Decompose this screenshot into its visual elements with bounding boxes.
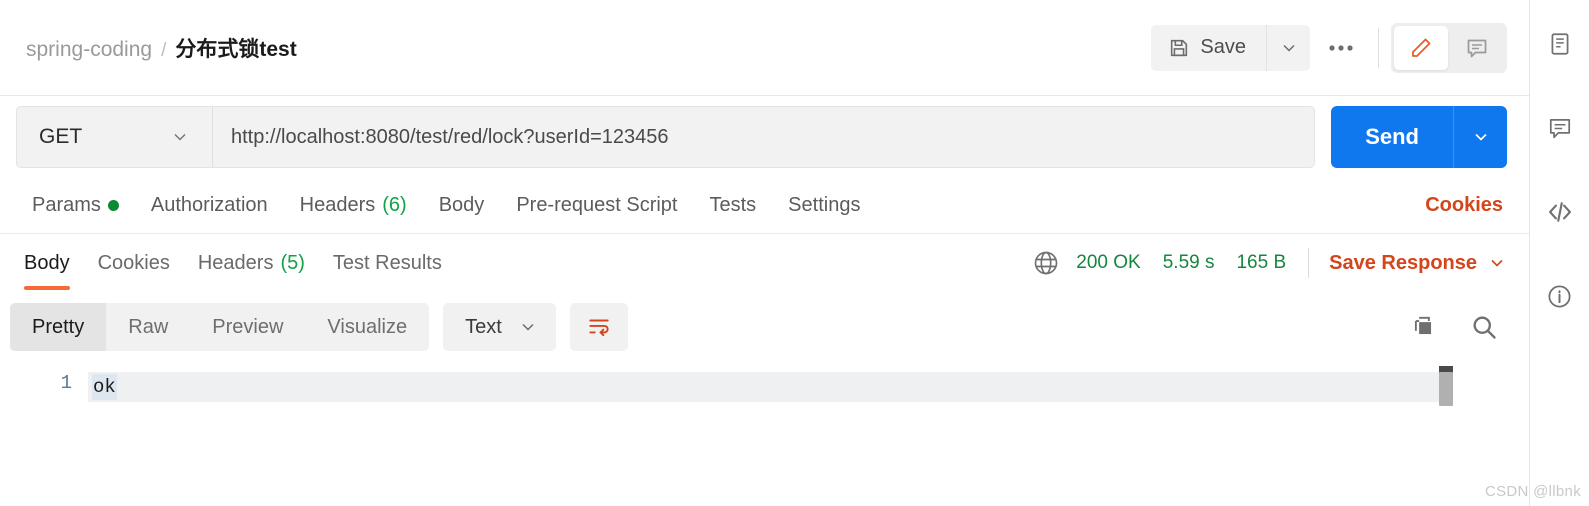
response-tab-headers-count: (5) [280, 251, 305, 274]
response-tab-body[interactable]: Body [10, 234, 84, 292]
chevron-down-icon [1471, 127, 1491, 147]
tab-settings-label: Settings [788, 194, 861, 216]
tab-tests[interactable]: Tests [693, 194, 772, 217]
tab-body-label: Body [438, 194, 485, 216]
chevron-down-icon [170, 127, 190, 147]
content-type-selector[interactable]: Text [443, 303, 556, 351]
header-divider [1378, 27, 1379, 68]
breadcrumb-collection[interactable]: spring-coding [26, 38, 152, 62]
search-button[interactable] [1461, 304, 1507, 350]
tab-params-label: Params [32, 194, 101, 216]
url-bar: GET Send [0, 96, 1529, 178]
url-input[interactable] [213, 107, 1315, 167]
status-divider [1308, 248, 1310, 278]
response-tab-test-results[interactable]: Test Results [319, 234, 456, 292]
page-title: 分布式锁test [175, 37, 297, 61]
response-code-area[interactable]: ok [88, 362, 1529, 506]
request-cookies-link[interactable]: Cookies [1425, 194, 1507, 217]
response-tab-cookies[interactable]: Cookies [84, 234, 184, 292]
send-options-button[interactable] [1453, 106, 1507, 168]
comment-icon [1465, 36, 1489, 60]
tab-pre-request-script-label: Pre-request Script [516, 194, 678, 216]
request-header: spring-coding / 分布式锁test Save [0, 0, 1529, 96]
format-tab-preview[interactable]: Preview [190, 303, 305, 351]
response-tab-headers[interactable]: Headers (5) [184, 234, 319, 292]
tab-tests-label: Tests [709, 194, 757, 216]
response-size: 165 B [1236, 252, 1287, 273]
save-response-label: Save Response [1329, 251, 1477, 274]
response-body-viewer[interactable]: 1 ok [0, 362, 1529, 506]
tab-authorization-label: Authorization [150, 194, 268, 216]
pencil-icon [1409, 36, 1433, 60]
response-time: 5.59 s [1162, 252, 1215, 273]
request-response-pane: spring-coding / 分布式锁test Save GET http:/… [0, 0, 1530, 506]
globe-icon[interactable] [1032, 249, 1060, 277]
save-response-button[interactable]: Save Response [1329, 252, 1507, 275]
ellipsis-icon [1328, 44, 1354, 52]
code-line: ok [88, 372, 1443, 402]
postman-window: spring-coding / 分布式锁test Save GET http:/… [0, 0, 1589, 506]
tab-settings[interactable]: Settings [772, 194, 876, 217]
view-toggle-group [1391, 22, 1507, 73]
floppy-disk-icon [1168, 37, 1190, 59]
right-sidebar [1530, 0, 1589, 506]
send-group: Send [1331, 106, 1507, 168]
tab-params[interactable]: Params [16, 194, 135, 217]
tab-headers-count: (6) [382, 194, 407, 216]
send-button[interactable]: Send [1331, 106, 1453, 168]
chevron-down-icon [1279, 38, 1299, 58]
search-icon [1470, 313, 1498, 341]
save-button[interactable]: Save [1151, 24, 1266, 71]
format-tab-group: Pretty Raw Preview Visualize [10, 303, 430, 351]
watermark: CSDN @llbnk [1484, 483, 1581, 500]
breadcrumb-separator: / [161, 39, 167, 61]
tab-pre-request-script[interactable]: Pre-request Script [500, 194, 693, 217]
tab-body[interactable]: Body [423, 194, 501, 217]
method-label: GET [39, 125, 83, 148]
line-number-gutter: 1 [0, 362, 88, 506]
info-icon[interactable] [1538, 276, 1582, 316]
response-status-area: 200 OK 5.59 s 165 B Save Response [1032, 248, 1507, 278]
tab-headers[interactable]: Headers (6) [284, 194, 423, 217]
code-icon[interactable] [1538, 192, 1582, 232]
edit-toggle-button[interactable] [1394, 25, 1448, 70]
method-selector[interactable]: GET [17, 107, 213, 167]
response-tab-test-results-label: Test Results [332, 251, 442, 274]
tab-headers-label: Headers [299, 194, 376, 216]
url-combo: GET [16, 106, 1316, 168]
params-modified-dot [107, 200, 119, 211]
status-code: 200 OK [1076, 252, 1141, 273]
chevron-down-icon [518, 317, 538, 337]
document-icon[interactable] [1538, 24, 1582, 64]
word-wrap-icon [586, 314, 612, 340]
format-tab-raw[interactable]: Raw [106, 303, 190, 351]
request-tabs: Params Authorization Headers (6) Body Pr… [0, 178, 1529, 234]
line-number: 1 [60, 372, 72, 394]
copy-icon [1411, 314, 1437, 340]
breadcrumb: spring-coding / 分布式锁test [26, 33, 297, 63]
response-scrollbar[interactable] [1439, 362, 1453, 506]
copy-button[interactable] [1401, 304, 1447, 350]
chevron-down-icon [1487, 253, 1507, 273]
format-tab-visualize[interactable]: Visualize [305, 303, 429, 351]
more-actions-button[interactable] [1310, 25, 1372, 71]
save-options-button[interactable] [1266, 24, 1310, 71]
response-tab-headers-label: Headers [197, 251, 274, 274]
comment-toggle-button[interactable] [1450, 26, 1504, 70]
save-button-label: Save [1200, 36, 1246, 58]
response-body-text: ok [92, 374, 117, 400]
word-wrap-button[interactable] [569, 303, 628, 351]
tab-authorization[interactable]: Authorization [135, 194, 284, 217]
format-tab-pretty[interactable]: Pretty [10, 303, 107, 351]
scrollbar-thumb[interactable] [1439, 372, 1453, 406]
comment-icon[interactable] [1538, 108, 1582, 148]
response-tab-cookies-label: Cookies [97, 251, 170, 274]
response-tab-body-label: Body [24, 251, 70, 274]
header-actions: Save [1151, 22, 1507, 73]
content-type-label: Text [465, 315, 502, 338]
response-tabs: Body Cookies Headers (5) Test Results 20… [0, 234, 1529, 292]
response-format-toolbar: Pretty Raw Preview Visualize Text [0, 292, 1529, 362]
